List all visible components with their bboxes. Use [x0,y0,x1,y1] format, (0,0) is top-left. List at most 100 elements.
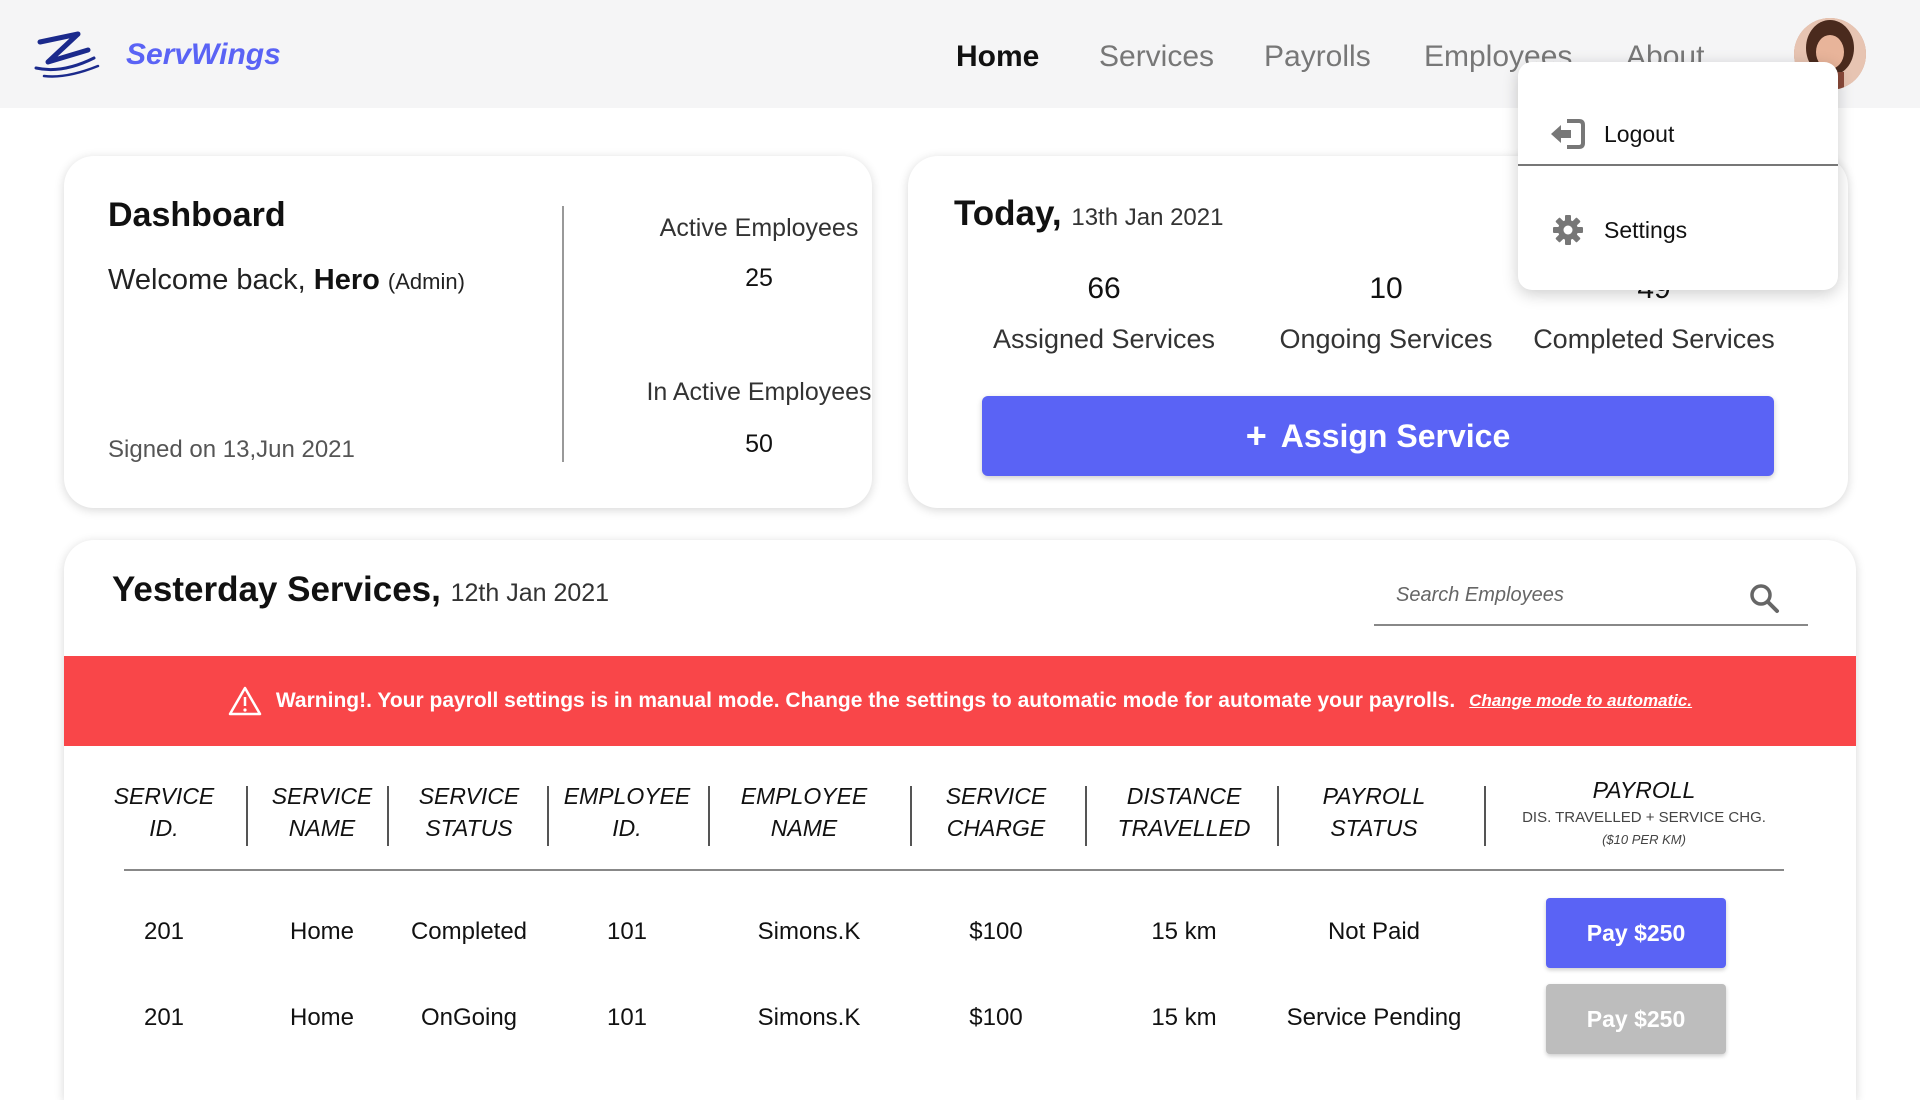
search-icon[interactable] [1748,582,1780,614]
warning-icon [228,686,262,716]
user-dropdown-menu: Logout Settings [1518,62,1838,290]
ongoing-services-label: Ongoing Services [1279,324,1493,354]
header-line: EMPLOYEE [563,783,691,809]
dashboard-card: Dashboard Welcome back, Hero (Admin) Sig… [64,156,872,508]
plus-icon: + [1245,415,1267,456]
cell-service-id: 201 [143,918,185,945]
header-line: ID. [149,815,179,841]
logout-menu-item[interactable]: Logout [1518,86,1838,182]
gear-icon [1548,212,1588,248]
cell-service-name: Home [289,918,355,945]
header-line: SERVICE [945,783,1047,809]
header-separator [547,786,549,846]
cell-employee-name: Simons.K [757,1004,861,1031]
brand-name[interactable]: ServWings [126,38,281,72]
yesterday-services-card: Yesterday Services, 12th Jan 2021 Warnin… [64,540,1856,1100]
payroll-warning-banner: Warning!. Your payroll settings is in ma… [64,656,1856,746]
nav-payrolls[interactable]: Payrolls [1264,40,1371,74]
header-service-name[interactable]: SERVICE NAME [260,780,384,844]
today-date: 13th Jan 2021 [1071,204,1224,231]
logout-label: Logout [1604,120,1675,147]
search-input[interactable] [1396,584,1736,607]
dashboard-title: Dashboard [108,196,286,234]
header-line: CHARGE [946,815,1046,841]
active-employees-label: Active Employees [659,214,859,242]
header-employee-id[interactable]: EMPLOYEE ID. [557,780,697,844]
servwings-logo-icon[interactable] [34,28,104,82]
ongoing-services-value: 10 [1369,272,1403,305]
payroll-header-sub: DIS. TRAVELLED + SERVICE CHG. [1522,809,1766,826]
active-employees-value: 25 [745,264,773,292]
header-line: TRAVELLED [1117,815,1251,841]
header-employee-name[interactable]: EMPLOYEE NAME [729,780,879,844]
assign-service-button[interactable]: + Assign Service [982,396,1774,476]
header-line: DISTANCE [1126,783,1242,809]
payroll-header-title: PAYROLL [1592,777,1696,803]
welcome-prefix: Welcome back, [108,264,306,296]
payroll-header-note: ($10 PER KM) [1602,832,1686,847]
user-name: Hero [313,264,380,296]
search-employees [1374,570,1808,626]
pay-button[interactable]: Pay $250 [1546,898,1726,968]
cell-employee-id: 101 [606,918,648,945]
inactive-employees-value: 50 [745,430,773,458]
yesterday-date: 12th Jan 2021 [450,579,610,607]
welcome-message: Welcome back, Hero (Admin) [108,264,465,297]
settings-menu-item[interactable]: Settings [1518,182,1838,278]
cell-payroll-status: Not Paid [1327,918,1421,945]
menu-divider [1518,164,1838,166]
header-line: PAYROLL [1322,783,1426,809]
signed-on-date: Signed on 13,Jun 2021 [108,436,355,463]
logout-icon [1548,116,1588,152]
header-separator [910,786,912,846]
header-separator [387,786,389,846]
header-separator [1085,786,1087,846]
inactive-employees-label: In Active Employees [646,378,872,406]
table-header-divider [124,869,1784,871]
cell-service-name: Home [289,1004,355,1031]
header-distance-travelled[interactable]: DISTANCE TRAVELLED [1099,780,1269,844]
header-line: NAME [770,815,838,841]
header-separator [246,786,248,846]
header-separator [1484,786,1486,846]
nav-services[interactable]: Services [1099,40,1214,74]
cell-service-id: 201 [143,1004,185,1031]
today-title: Today, [954,194,1062,233]
vertical-divider [562,206,564,462]
assigned-services-value: 66 [1087,272,1121,305]
header-line: ID. [612,815,642,841]
header-payroll-status[interactable]: PAYROLL STATUS [1304,780,1444,844]
change-mode-link[interactable]: Change mode to automatic. [1469,691,1692,711]
cell-service-status: OnGoing [420,1004,518,1031]
header-line: STATUS [1330,815,1418,841]
header-service-charge[interactable]: SERVICE CHARGE [926,780,1066,844]
cell-employee-id: 101 [606,1004,648,1031]
cell-distance: 15 km [1151,918,1217,945]
pay-button-disabled[interactable]: Pay $250 [1546,984,1726,1054]
cell-service-charge: $100 [969,1004,1023,1031]
header-line: NAME [288,815,356,841]
assign-service-label: Assign Service [1280,417,1511,454]
settings-label: Settings [1604,216,1688,243]
cell-service-charge: $100 [969,918,1023,945]
header-line: EMPLOYEE [740,783,868,809]
warning-text: Warning!. Your payroll settings is in ma… [275,689,1456,712]
cell-distance: 15 km [1151,1004,1217,1031]
header-service-status[interactable]: SERVICE STATUS [404,780,534,844]
nav-home[interactable]: Home [956,40,1039,74]
yesterday-title: Yesterday Services, [112,570,441,609]
header-line: SERVICE [418,783,520,809]
cell-service-status: Completed [410,918,528,945]
header-separator [708,786,710,846]
header-line: SERVICE [271,783,373,809]
today-heading: Today, 13th Jan 2021 [954,194,1223,234]
header-separator [1277,786,1279,846]
header-line: SERVICE [113,783,215,809]
assigned-services-label: Assigned Services [992,324,1216,354]
cell-employee-name: Simons.K [757,918,861,945]
header-payroll[interactable]: PAYROLL DIS. TRAVELLED + SERVICE CHG. ($… [1494,774,1794,850]
header-service-id[interactable]: SERVICE ID. [104,780,224,844]
completed-services-label: Completed Services [1533,324,1775,354]
header-line: STATUS [425,815,513,841]
yesterday-heading: Yesterday Services, 12th Jan 2021 [112,570,609,610]
